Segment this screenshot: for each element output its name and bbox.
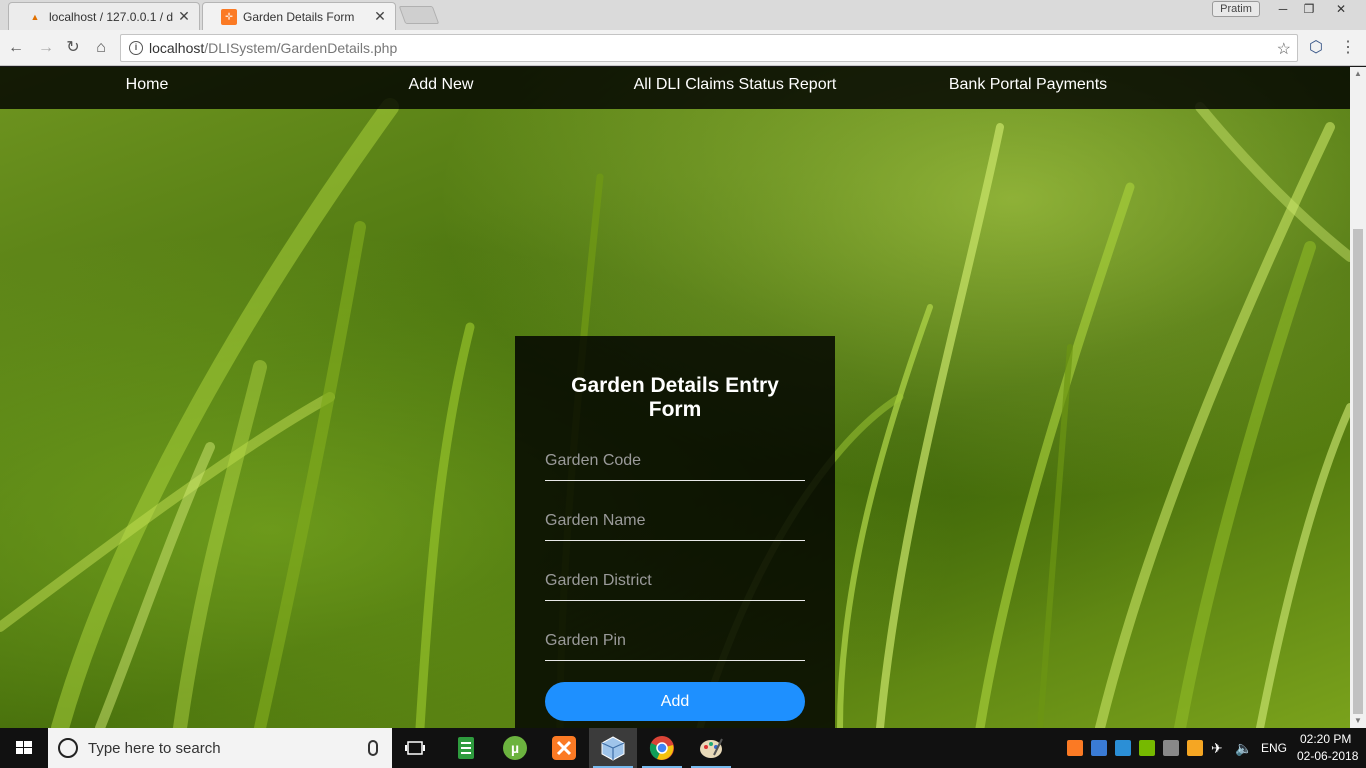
info-icon[interactable]: i (129, 41, 143, 55)
cortana-icon (58, 738, 78, 758)
virtualbox-icon[interactable] (589, 728, 637, 768)
taskbar-search-box[interactable]: Type here to search (48, 728, 392, 768)
keyboard-tray-icon[interactable] (1163, 740, 1179, 756)
garden-name-input[interactable] (545, 501, 805, 541)
url-host: localhost (149, 40, 205, 56)
xampp-tray-icon[interactable] (1067, 740, 1083, 756)
extension-icon[interactable]: ⬡ (1306, 38, 1326, 58)
site-navigation: Home Add New All DLI Claims Status Repor… (0, 67, 1350, 109)
xampp-icon: ⊹ (221, 8, 237, 25)
close-icon[interactable]: ✕ (177, 8, 191, 25)
bookmark-star-icon[interactable]: ☆ (1277, 39, 1291, 59)
task-view-icon[interactable] (392, 728, 440, 768)
menu-icon[interactable]: ⋮ (1338, 38, 1358, 58)
restore-icon[interactable]: ❐ (1296, 1, 1322, 17)
tab-phpmyadmin[interactable]: ▲ localhost / 127.0.0.1 / dlis ✕ (8, 2, 200, 30)
garden-pin-input[interactable] (545, 621, 805, 661)
security-tray-icon[interactable] (1187, 740, 1203, 756)
close-window-icon[interactable]: ✕ (1328, 1, 1354, 17)
reload-icon[interactable]: ↻ (63, 38, 83, 58)
search-placeholder: Type here to search (88, 739, 221, 757)
scroll-down-icon[interactable]: ▼ (1350, 714, 1366, 728)
windows-start-icon[interactable] (0, 728, 48, 768)
nav-bank-portal-payments[interactable]: Bank Portal Payments (881, 67, 1175, 109)
garden-code-input[interactable] (545, 441, 805, 481)
browser-tab-strip: ▲ localhost / 127.0.0.1 / dlis ✕ ⊹ Garde… (0, 0, 1366, 30)
tab-title: Garden Details Form (243, 9, 355, 24)
add-button[interactable]: Add (545, 682, 805, 721)
address-bar[interactable]: i localhost/DLISystem/GardenDetails.php … (120, 34, 1298, 62)
scrollbar-thumb[interactable] (1353, 229, 1363, 714)
form-title: Garden Details Entry Form (571, 374, 779, 421)
utorrent-icon[interactable]: µ (491, 728, 539, 768)
forward-icon[interactable]: → (36, 38, 56, 58)
page-scrollbar[interactable]: ▲ ▼ (1350, 67, 1366, 728)
garden-details-form: Garden Details Entry Form Add (515, 336, 835, 728)
nvidia-tray-icon[interactable] (1139, 740, 1155, 756)
new-tab-button[interactable] (398, 6, 440, 24)
nav-add-new[interactable]: Add New (294, 67, 588, 109)
nav-dli-claims-status-report[interactable]: All DLI Claims Status Report (588, 67, 882, 109)
language-indicator[interactable]: ENG (1261, 741, 1287, 755)
clock-time[interactable]: 02:20 PM (1300, 732, 1351, 746)
profile-button[interactable]: Pratim (1212, 1, 1260, 17)
nav-home[interactable]: Home (0, 67, 294, 109)
xampp-icon[interactable] (540, 728, 588, 768)
paint-icon[interactable] (687, 728, 735, 768)
volume-icon[interactable]: 🔈 (1235, 740, 1252, 757)
notepad-icon[interactable] (442, 728, 490, 768)
close-icon[interactable]: ✕ (373, 8, 387, 25)
back-icon[interactable]: ← (6, 38, 26, 58)
network-monitor-tray-icon[interactable] (1115, 740, 1131, 756)
scroll-up-icon[interactable]: ▲ (1350, 67, 1366, 81)
page-viewport: Home Add New All DLI Claims Status Repor… (0, 67, 1350, 728)
phpmyadmin-icon: ▲ (30, 11, 40, 22)
microphone-icon[interactable] (368, 740, 378, 756)
home-icon[interactable]: ⌂ (91, 38, 111, 58)
tab-garden-details[interactable]: ⊹ Garden Details Form ✕ (202, 2, 396, 30)
svg-text:µ: µ (511, 740, 519, 756)
minimize-icon[interactable]: ─ (1270, 1, 1296, 17)
tab-title: localhost / 127.0.0.1 / dlis (49, 9, 173, 24)
chrome-icon[interactable] (638, 728, 686, 768)
url-path: /DLISystem/GardenDetails.php (204, 40, 398, 56)
garden-district-input[interactable] (545, 561, 805, 601)
windows-taskbar: Type here to search µ ✈ 🔈 ENG 02:20 PM 0… (0, 728, 1366, 768)
airplane-mode-icon[interactable]: ✈ (1211, 740, 1223, 757)
outlook-tray-icon[interactable] (1091, 740, 1107, 756)
clock-date[interactable]: 02-06-2018 (1297, 749, 1358, 763)
browser-toolbar: ← → ↻ ⌂ i localhost/DLISystem/GardenDeta… (0, 30, 1366, 66)
